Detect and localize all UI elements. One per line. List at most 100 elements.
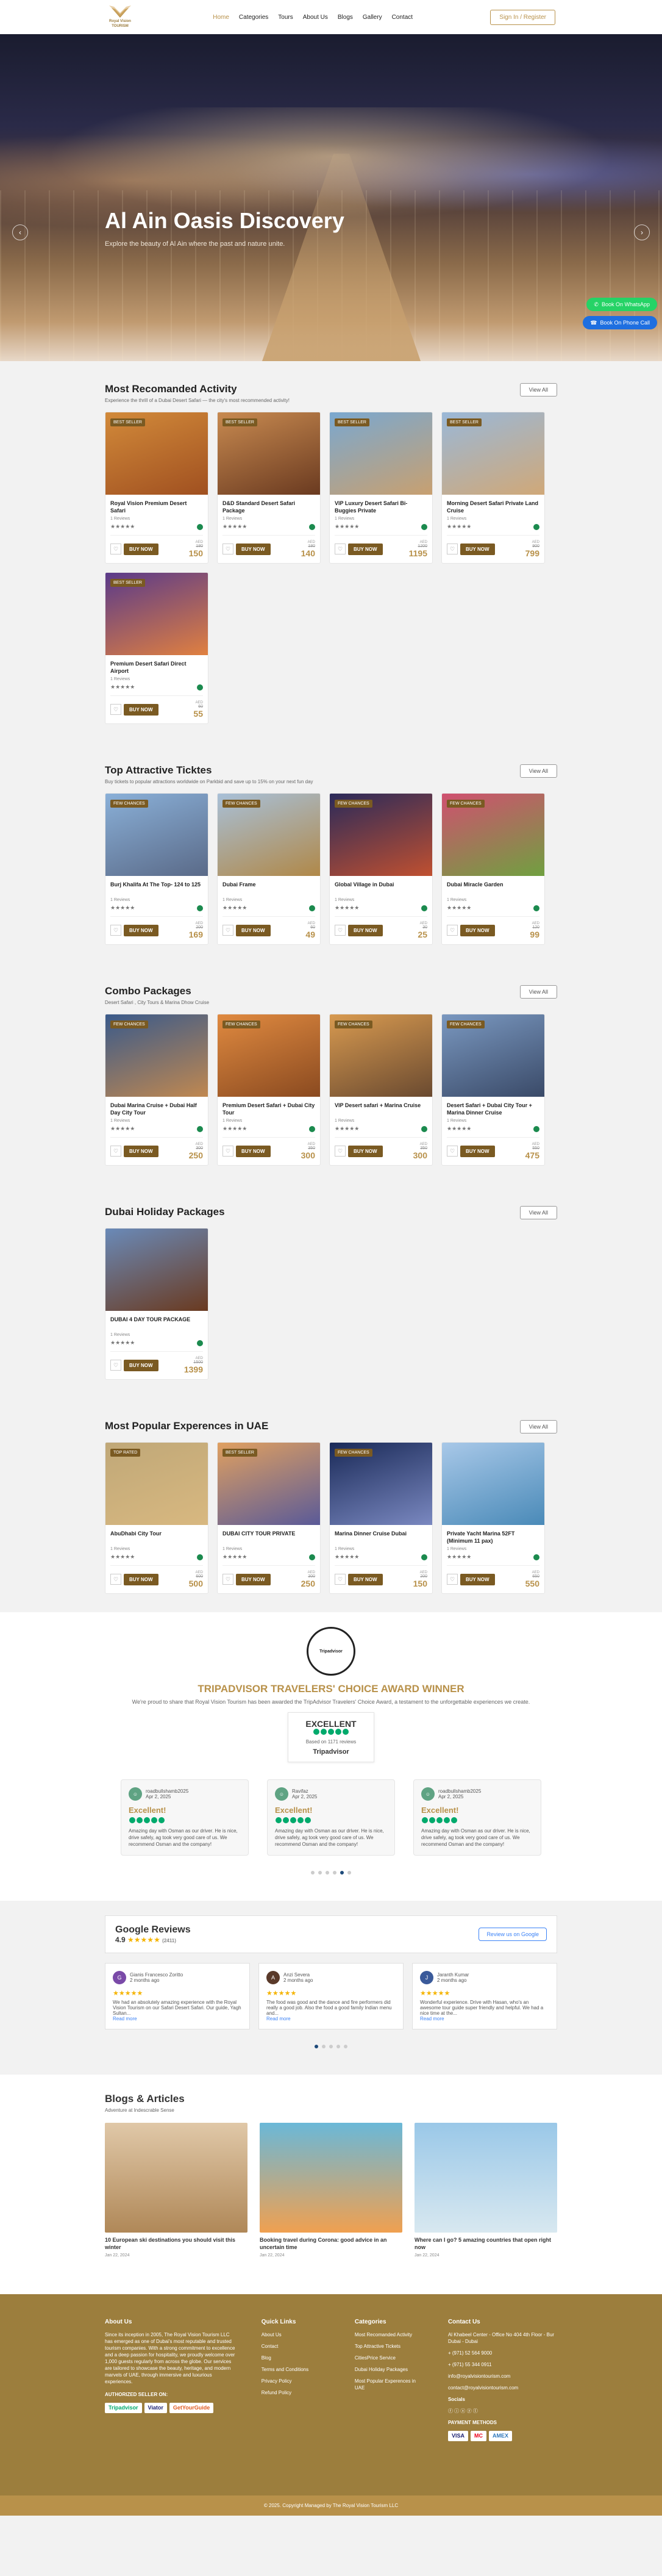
product-title[interactable]: Marina Dinner Cruise Dubai: [335, 1530, 427, 1546]
read-more-link[interactable]: Read more: [420, 2016, 444, 2022]
footer-link[interactable]: Blog: [262, 2355, 330, 2361]
wishlist-heart-icon[interactable]: ♡: [110, 544, 121, 554]
product-image[interactable]: FEW CHANCES: [105, 794, 208, 876]
product-image[interactable]: FEW CHANCES: [330, 794, 432, 876]
footer-link[interactable]: Privacy Policy: [262, 2378, 330, 2384]
buy-now-button[interactable]: BUY NOW: [124, 1146, 158, 1157]
nav-item-contact[interactable]: Contact: [392, 14, 413, 21]
view-all-button[interactable]: View All: [519, 1206, 557, 1219]
blog-card[interactable]: Where can I go? 5 amazing countries that…: [415, 2123, 557, 2258]
footer-contact-item[interactable]: + (971) 52 564 9000: [448, 2350, 557, 2356]
product-image[interactable]: BEST SELLER: [330, 412, 432, 495]
footer-contact-item[interactable]: Al Khabeel Center - Office No 404 4th Fl…: [448, 2331, 557, 2345]
product-card[interactable]: Private Yacht Marina 52FT (Minimum 11 pa…: [441, 1442, 545, 1594]
wishlist-heart-icon[interactable]: ♡: [447, 1146, 458, 1157]
wishlist-heart-icon[interactable]: ♡: [110, 704, 121, 715]
social-icons[interactable]: ⓕ ⓘ ⓧ ⓨ ⓣ: [448, 2408, 557, 2414]
buy-now-button[interactable]: BUY NOW: [236, 925, 271, 936]
buy-now-button[interactable]: BUY NOW: [348, 1146, 383, 1157]
wishlist-heart-icon[interactable]: ♡: [335, 1146, 346, 1157]
footer-contact-item[interactable]: + (971) 55 344 0911: [448, 2361, 557, 2368]
whatsapp-button[interactable]: ✆ Book On WhatsApp: [586, 298, 657, 311]
product-card[interactable]: TOP RATED AbuDhabi City Tour 1 Reviews ★★★★…: [105, 1442, 208, 1594]
wishlist-heart-icon[interactable]: ♡: [447, 544, 458, 554]
footer-category-link[interactable]: Most Popular Experences in UAE: [355, 2378, 424, 2391]
product-card[interactable]: FEW CHANCES VIP Desert safari + Marina Cr…: [329, 1014, 433, 1166]
buy-now-button[interactable]: BUY NOW: [124, 704, 158, 716]
signin-button[interactable]: Sign In / Register: [490, 9, 555, 25]
product-card[interactable]: FEW CHANCES Marina Dinner Cruise Dubai 1 R…: [329, 1442, 433, 1594]
product-title[interactable]: Dubai Miracle Garden: [447, 881, 539, 897]
review-on-google-button[interactable]: Review us on Google: [479, 1928, 547, 1941]
blog-card[interactable]: 10 European ski destinations you should …: [105, 2123, 247, 2258]
nav-item-blogs[interactable]: Blogs: [338, 14, 353, 21]
footer-category-link[interactable]: CitiesPrice Service: [355, 2355, 424, 2361]
product-image[interactable]: TOP RATED: [105, 1443, 208, 1525]
product-card[interactable]: BEST SELLER Premium Desert Safari Direct …: [105, 572, 208, 724]
read-more-link[interactable]: Read more: [113, 2016, 137, 2022]
google-pager[interactable]: [105, 2043, 557, 2050]
product-card[interactable]: FEW CHANCES Desert Safari + Dubai City To…: [441, 1014, 545, 1166]
nav-item-about-us[interactable]: About Us: [303, 14, 328, 21]
footer-link[interactable]: Refund Policy: [262, 2389, 330, 2396]
blog-title[interactable]: 10 European ski destinations you should …: [105, 2236, 247, 2251]
product-image[interactable]: [105, 1229, 208, 1311]
product-image[interactable]: FEW CHANCES: [442, 794, 544, 876]
product-title[interactable]: Desert Safari + Dubai City Tour + Marina…: [447, 1102, 539, 1118]
buy-now-button[interactable]: BUY NOW: [348, 925, 383, 936]
product-title[interactable]: Premium Desert Safari Direct Airport: [110, 660, 203, 676]
product-title[interactable]: DUBAI 4 DAY TOUR PACKAGE: [110, 1316, 203, 1332]
product-card[interactable]: BEST SELLER DUBAI CITY TOUR PRIVATE 1 Revi…: [217, 1442, 321, 1594]
product-title[interactable]: Burj Khalifa At The Top- 124 to 125: [110, 881, 203, 897]
blog-card[interactable]: Booking travel during Corona: good advic…: [260, 2123, 402, 2258]
product-title[interactable]: Premium Desert Safari + Dubai City Tour: [222, 1102, 315, 1118]
view-all-button[interactable]: View All: [519, 985, 557, 999]
buy-now-button[interactable]: BUY NOW: [348, 1574, 383, 1585]
product-title[interactable]: AbuDhabi City Tour: [110, 1530, 203, 1546]
tripadvisor-pager[interactable]: [105, 1869, 557, 1876]
product-card[interactable]: FEW CHANCES Dubai Frame 1 Reviews ★★★★★ ♡ BUY…: [217, 793, 321, 945]
footer-category-link[interactable]: Dubai Holiday Packages: [355, 2366, 424, 2373]
wishlist-heart-icon[interactable]: ♡: [110, 1574, 121, 1585]
wishlist-heart-icon[interactable]: ♡: [110, 1146, 121, 1157]
product-image[interactable]: BEST SELLER: [442, 412, 544, 495]
buy-now-button[interactable]: BUY NOW: [124, 1574, 158, 1585]
product-card[interactable]: DUBAI 4 DAY TOUR PACKAGE 1 Reviews ★★★★★ ♡ B…: [105, 1228, 208, 1380]
nav-item-home[interactable]: Home: [213, 14, 229, 21]
product-image[interactable]: FEW CHANCES: [330, 1443, 432, 1525]
buy-now-button[interactable]: BUY NOW: [124, 1360, 158, 1371]
view-all-button[interactable]: View All: [519, 764, 557, 778]
product-title[interactable]: Dubai Frame: [222, 881, 315, 897]
product-image[interactable]: BEST SELLER: [218, 1443, 320, 1525]
product-image[interactable]: BEST SELLER: [105, 412, 208, 495]
buy-now-button[interactable]: BUY NOW: [124, 544, 158, 555]
product-title[interactable]: Dubai Marina Cruise + Dubai Half Day Cit…: [110, 1102, 203, 1118]
footer-category-link[interactable]: Most Recomanded Activity: [355, 2331, 424, 2338]
product-image[interactable]: FEW CHANCES: [105, 1014, 208, 1097]
footer-link[interactable]: About Us: [262, 2331, 330, 2338]
buy-now-button[interactable]: BUY NOW: [460, 1574, 495, 1585]
footer-category-link[interactable]: Top Attractive Tickets: [355, 2343, 424, 2350]
blog-title[interactable]: Where can I go? 5 amazing countries that…: [415, 2236, 557, 2251]
wishlist-heart-icon[interactable]: ♡: [110, 925, 121, 936]
product-title[interactable]: Global Village in Dubai: [335, 881, 427, 897]
footer-contact-item[interactable]: info@royalvisiontourism.com: [448, 2373, 557, 2380]
blog-image[interactable]: [415, 2123, 557, 2233]
product-card[interactable]: FEW CHANCES Dubai Miracle Garden 1 Reviews…: [441, 793, 545, 945]
product-card[interactable]: FEW CHANCES Dubai Marina Cruise + Dubai H…: [105, 1014, 208, 1166]
product-card[interactable]: BEST SELLER VIP Luxury Desert Safari Bi-B…: [329, 412, 433, 564]
product-title[interactable]: Private Yacht Marina 52FT (Minimum 11 pa…: [447, 1530, 539, 1546]
wishlist-heart-icon[interactable]: ♡: [335, 925, 346, 936]
wishlist-heart-icon[interactable]: ♡: [110, 1360, 121, 1371]
blog-image[interactable]: [260, 2123, 402, 2233]
view-all-button[interactable]: View All: [519, 1420, 557, 1433]
product-title[interactable]: D&D Standard Desert Safari Package: [222, 500, 315, 515]
buy-now-button[interactable]: BUY NOW: [236, 544, 271, 555]
wishlist-heart-icon[interactable]: ♡: [222, 544, 233, 554]
product-card[interactable]: BEST SELLER D&D Standard Desert Safari Pa…: [217, 412, 321, 564]
buy-now-button[interactable]: BUY NOW: [236, 1574, 271, 1585]
product-title[interactable]: Royal Vision Premium Desert Safari: [110, 500, 203, 515]
product-image[interactable]: FEW CHANCES: [442, 1014, 544, 1097]
buy-now-button[interactable]: BUY NOW: [236, 1146, 271, 1157]
wishlist-heart-icon[interactable]: ♡: [222, 1574, 233, 1585]
